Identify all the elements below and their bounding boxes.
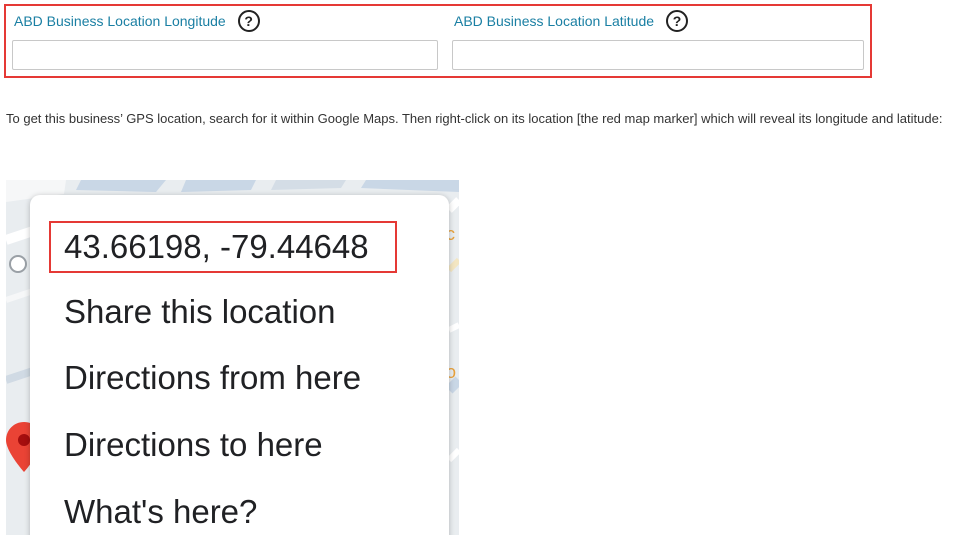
map-screenshot: c o 43.66198, -79.44648 Share this locat… xyxy=(6,180,459,535)
menu-item-directions-from[interactable]: Directions from here xyxy=(64,359,361,397)
latitude-label: ABD Business Location Latitude xyxy=(454,13,655,29)
longitude-label: ABD Business Location Longitude xyxy=(14,13,226,29)
latitude-help-icon[interactable]: ? xyxy=(666,10,689,32)
longitude-label-row: ABD Business Location Longitude ? xyxy=(14,10,260,32)
page: ABD Business Location Longitude ? ABD Bu… xyxy=(0,0,960,535)
menu-item-directions-to[interactable]: Directions to here xyxy=(64,426,323,464)
menu-item-whats-here[interactable]: What's here? xyxy=(64,493,257,531)
longitude-help-icon[interactable]: ? xyxy=(237,10,260,32)
latitude-label-row: ABD Business Location Latitude ? xyxy=(454,10,689,32)
menu-item-share-location[interactable]: Share this location xyxy=(64,293,336,331)
longitude-input[interactable] xyxy=(12,40,438,70)
map-context-menu: 43.66198, -79.44648 Share this location … xyxy=(30,195,449,535)
instructions-text: To get this business’ GPS location, sear… xyxy=(6,111,943,126)
latitude-input[interactable] xyxy=(452,40,864,70)
location-fields-panel: ABD Business Location Longitude ? ABD Bu… xyxy=(4,4,872,78)
menu-item-coordinates[interactable]: 43.66198, -79.44648 xyxy=(64,228,369,266)
